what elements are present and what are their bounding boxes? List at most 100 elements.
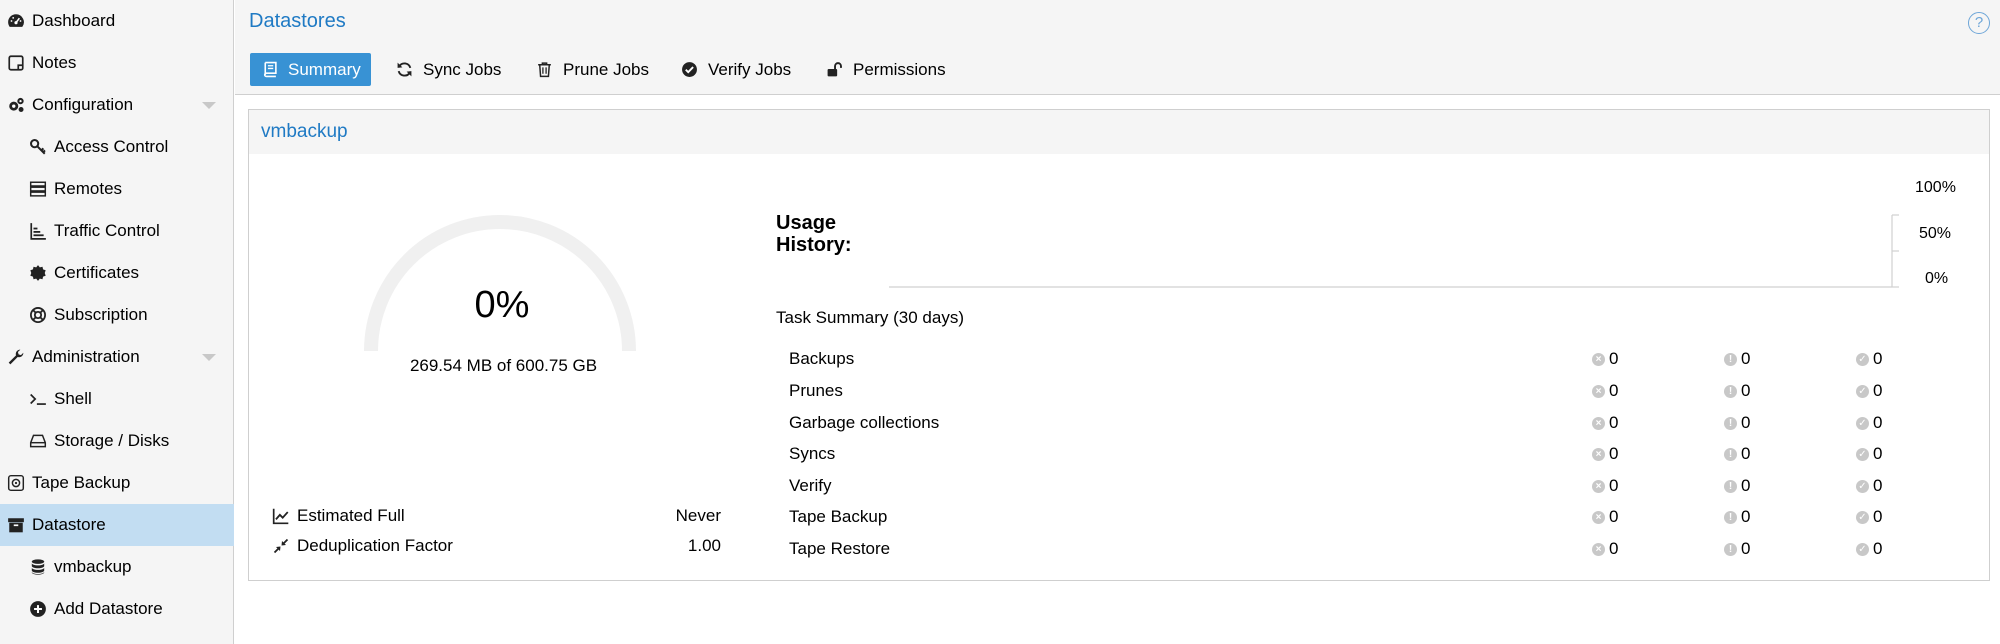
tab-label: Summary xyxy=(288,59,361,79)
error-status-icon: × xyxy=(1592,416,1605,430)
ok-status-icon: ✓ xyxy=(1856,542,1869,556)
tab-label: Sync Jobs xyxy=(423,59,502,79)
usage-tick-label: 100% xyxy=(1915,179,1956,196)
sidebar-item-dashboard[interactable]: Dashboard xyxy=(0,0,234,42)
task-error-count[interactable]: × 0 xyxy=(1592,507,1618,527)
deduplication-factor-row: Deduplication Factor 1.00 xyxy=(271,534,721,558)
sidebar-item-label: Configuration xyxy=(32,95,134,114)
sidebar-item-datastore[interactable]: Datastore xyxy=(0,504,234,546)
usage-history-label-line: History: xyxy=(776,234,852,256)
task-count-value: 0 xyxy=(1741,507,1751,526)
task-summary-row: Verify × 0! 0 ✓ 0 xyxy=(789,473,1959,501)
sidebar-item-access-control[interactable]: Access Control xyxy=(0,126,234,168)
task-warning-count[interactable]: ! 0 xyxy=(1724,476,1750,496)
ok-status-icon: ✓ xyxy=(1856,352,1869,366)
sidebar-item-subscription[interactable]: Subscription xyxy=(0,294,234,336)
sidebar-item-label: Datastore xyxy=(32,515,106,534)
task-warning-count[interactable]: ! 0 xyxy=(1724,539,1750,559)
error-status-icon: × xyxy=(1592,384,1605,398)
task-error-count[interactable]: × 0 xyxy=(1592,349,1618,369)
sidebar-item-label: Tape Backup xyxy=(32,473,131,492)
task-count-value: 0 xyxy=(1873,381,1883,400)
usage-percent: 0% xyxy=(474,284,530,326)
tab-sync-jobs[interactable]: Sync Jobs xyxy=(385,53,511,86)
task-error-count[interactable]: × 0 xyxy=(1592,381,1618,401)
ok-status-icon: ✓ xyxy=(1856,510,1869,524)
expand-caret-icon[interactable] xyxy=(202,354,216,361)
tab-prune-jobs[interactable]: Prune Jobs xyxy=(525,53,659,86)
ok-status-icon: ✓ xyxy=(1856,479,1869,493)
task-count-value: 0 xyxy=(1609,507,1619,526)
sidebar-item-traffic-control[interactable]: Traffic Control xyxy=(0,210,234,252)
task-error-count[interactable]: × 0 xyxy=(1592,476,1618,496)
task-warning-count[interactable]: ! 0 xyxy=(1724,507,1750,527)
task-ok-count[interactable]: ✓ 0 xyxy=(1856,476,1882,496)
tab-permissions[interactable]: Permissions xyxy=(815,53,956,86)
sidebar-item-storage-disks[interactable]: Storage / Disks xyxy=(0,420,234,462)
task-count-value: 0 xyxy=(1741,539,1751,558)
task-warning-count[interactable]: ! 0 xyxy=(1724,413,1750,433)
error-status-icon: × xyxy=(1592,510,1605,524)
warning-status-icon: ! xyxy=(1724,416,1737,430)
hdd-icon xyxy=(28,431,48,451)
tab-label: Verify Jobs xyxy=(708,59,792,79)
task-ok-count[interactable]: ✓ 0 xyxy=(1856,381,1882,401)
usage-history-label: Usage History: xyxy=(776,212,852,256)
error-status-icon: × xyxy=(1592,352,1605,366)
tape-icon xyxy=(6,473,26,493)
main-content: Datastores ? Summary Sync Jobs Prune Job… xyxy=(235,0,2000,644)
error-status-icon: × xyxy=(1592,479,1605,493)
plus-circle-icon xyxy=(28,599,48,619)
ok-status-icon: ✓ xyxy=(1856,447,1869,461)
task-error-count[interactable]: × 0 xyxy=(1592,413,1618,433)
sidebar-item-shell[interactable]: Shell xyxy=(0,378,234,420)
dashboard-icon xyxy=(6,11,26,31)
sidebar-item-configuration[interactable]: Configuration xyxy=(0,84,234,126)
page-title: Datastores xyxy=(249,10,346,32)
task-count-value: 0 xyxy=(1609,413,1619,432)
task-warning-count[interactable]: ! 0 xyxy=(1724,444,1750,464)
task-count-value: 0 xyxy=(1873,413,1883,432)
task-count-value: 0 xyxy=(1741,349,1751,368)
sidebar-item-add-datastore[interactable]: Add Datastore xyxy=(0,588,234,630)
task-count-value: 0 xyxy=(1873,349,1883,368)
usage-tick-label: 50% xyxy=(1919,225,1952,242)
warning-status-icon: ! xyxy=(1724,479,1737,493)
sidebar-item-certificates[interactable]: Certificates xyxy=(0,252,234,294)
sidebar-item-label: Storage / Disks xyxy=(54,431,170,450)
database-icon xyxy=(28,557,48,577)
tab-verify-jobs[interactable]: Verify Jobs xyxy=(670,53,801,86)
header-bar: Datastores ? Summary Sync Jobs Prune Job… xyxy=(235,0,2000,95)
check-circle-icon xyxy=(680,61,698,79)
task-ok-count[interactable]: ✓ 0 xyxy=(1856,413,1882,433)
task-error-count[interactable]: × 0 xyxy=(1592,444,1618,464)
wrench-icon xyxy=(6,347,26,367)
sidebar-item-vmbackup[interactable]: vmbackup xyxy=(0,546,234,588)
sidebar-item-label: Access Control xyxy=(54,137,169,156)
sidebar-item-tape-backup[interactable]: Tape Backup xyxy=(0,462,234,504)
sidebar-item-administration[interactable]: Administration xyxy=(0,336,234,378)
task-warning-count[interactable]: ! 0 xyxy=(1724,381,1750,401)
task-warning-count[interactable]: ! 0 xyxy=(1724,349,1750,369)
sidebar-item-remotes[interactable]: Remotes xyxy=(0,168,234,210)
task-count-value: 0 xyxy=(1741,444,1751,463)
task-name: Prunes xyxy=(789,381,843,400)
tab-summary[interactable]: Summary xyxy=(250,53,371,86)
task-ok-count[interactable]: ✓ 0 xyxy=(1856,507,1882,527)
warning-status-icon: ! xyxy=(1724,447,1737,461)
sidebar-item-label: Dashboard xyxy=(32,11,116,30)
help-icon[interactable]: ? xyxy=(1968,12,1990,34)
task-ok-count[interactable]: ✓ 0 xyxy=(1856,444,1882,464)
usage-text: 269.54 MB of 600.75 GB xyxy=(409,356,598,375)
signal-bars-icon xyxy=(28,221,48,241)
task-ok-count[interactable]: ✓ 0 xyxy=(1856,349,1882,369)
estimated-full-row: Estimated Full Never xyxy=(271,504,721,528)
task-error-count[interactable]: × 0 xyxy=(1592,539,1618,559)
task-count-value: 0 xyxy=(1873,444,1883,463)
task-ok-count[interactable]: ✓ 0 xyxy=(1856,539,1882,559)
sidebar-item-notes[interactable]: Notes xyxy=(0,42,234,84)
warning-status-icon: ! xyxy=(1724,384,1737,398)
expand-caret-icon[interactable] xyxy=(202,102,216,109)
task-summary-row: Backups × 0! 0 ✓ 0 xyxy=(789,346,1959,374)
terminal-icon xyxy=(28,389,48,409)
